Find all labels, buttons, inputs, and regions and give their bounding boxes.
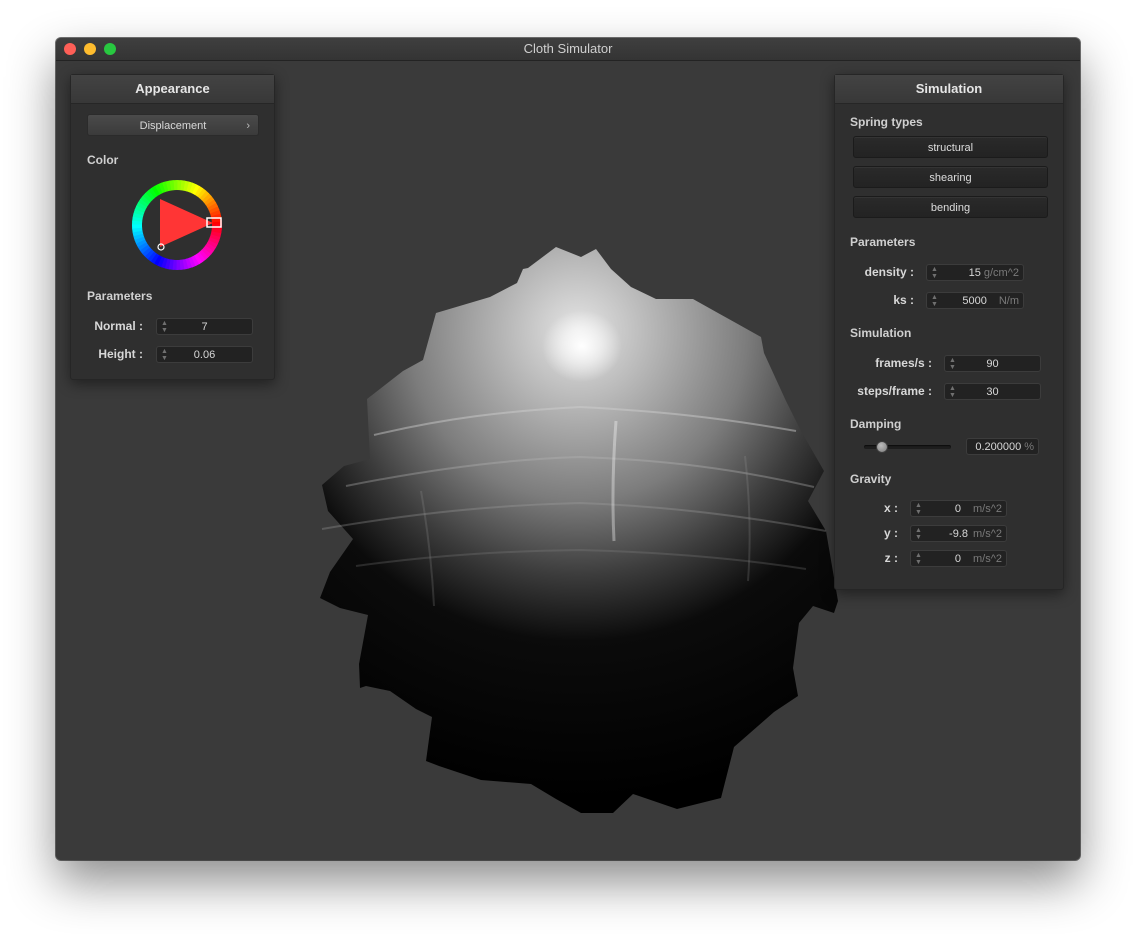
density-value-group: 15 g/cm^2 (969, 267, 1019, 279)
gravity-z-value-group: 0 m/s^2 (955, 553, 1002, 565)
gravity-y-unit: m/s^2 (973, 528, 1002, 540)
ks-value: 5000 (962, 295, 987, 307)
gravity-z-input[interactable]: ▲ ▼ 0 m/s^2 (910, 550, 1007, 567)
gravity-y-label: y : (883, 526, 898, 540)
chevron-right-icon: › (246, 120, 250, 132)
app-window: Cloth Simulator Appearance Displacement … (56, 38, 1080, 860)
simulation-section-label: Simulation (850, 326, 912, 340)
simulation-panel: Simulation Spring types structural shear… (834, 74, 1064, 590)
appearance-panel: Appearance Displacement › Color Paramete… (70, 74, 275, 380)
spring-types-label: Spring types (850, 115, 923, 129)
appearance-parameters-label: Parameters (87, 289, 153, 303)
gravity-z-unit: m/s^2 (973, 553, 1002, 565)
damping-label: Damping (850, 417, 902, 431)
spinner-arrows-icon[interactable]: ▲ ▼ (931, 294, 938, 308)
height-label: Height : (98, 347, 143, 361)
height-input[interactable]: ▲ ▼ 0.06 (156, 346, 253, 363)
steps-label: steps/frame : (857, 384, 932, 398)
gravity-label: Gravity (850, 472, 892, 486)
density-label: density : (864, 265, 914, 279)
spinner-arrows-icon[interactable]: ▲ ▼ (915, 527, 922, 541)
ks-value-group: 5000 N/m (962, 295, 1019, 307)
damping-input[interactable]: 0.200000% (966, 438, 1039, 455)
gravity-x-value: 0 (954, 503, 961, 515)
triangle-white-shade (160, 199, 213, 247)
specular-highlight (542, 310, 622, 382)
window-title: Cloth Simulator (523, 41, 613, 56)
bending-button[interactable]: bending (853, 196, 1048, 218)
frames-input[interactable]: ▲ ▼ 90 (944, 355, 1041, 372)
normal-label: Normal : (94, 319, 143, 333)
gravity-y-input[interactable]: ▲ ▼ -9.8 m/s^2 (910, 525, 1007, 542)
spinner-arrows-icon[interactable]: ▲ ▼ (915, 502, 922, 516)
shearing-button[interactable]: shearing (853, 166, 1048, 188)
color-section-label: Color (87, 153, 119, 167)
spinner-arrows-icon[interactable]: ▲ ▼ (915, 552, 922, 566)
gravity-z-value: 0 (954, 553, 961, 565)
gravity-x-unit: m/s^2 (973, 503, 1002, 515)
frames-value: 90 (986, 358, 999, 370)
appearance-panel-title: Appearance (71, 75, 274, 104)
density-unit: g/cm^2 (983, 267, 1019, 279)
shader-dropdown[interactable]: Displacement › (87, 114, 259, 136)
ks-label: ks : (893, 293, 914, 307)
density-value: 15 (968, 267, 981, 279)
normal-input[interactable]: ▲ ▼ 7 (156, 318, 253, 335)
ks-input[interactable]: ▲ ▼ 5000 N/m (926, 292, 1024, 309)
ks-unit: N/m (998, 295, 1019, 307)
spinner-arrows-icon[interactable]: ▲ ▼ (931, 266, 938, 280)
density-input[interactable]: ▲ ▼ 15 g/cm^2 (926, 264, 1024, 281)
maximize-button[interactable] (104, 43, 116, 55)
normal-value: 7 (201, 321, 208, 333)
shader-dropdown-value: Displacement (139, 120, 207, 132)
simulation-parameters-label: Parameters (850, 235, 916, 249)
title-bar[interactable]: Cloth Simulator (56, 38, 1080, 61)
damping-value-group: 0.200000% (975, 441, 1034, 453)
gravity-x-label: x : (883, 501, 898, 515)
simulation-panel-title: Simulation (835, 75, 1063, 104)
height-value: 0.06 (193, 349, 216, 361)
gravity-x-input[interactable]: ▲ ▼ 0 m/s^2 (910, 500, 1007, 517)
gravity-y-value-group: -9.8 m/s^2 (949, 528, 1002, 540)
color-wheel[interactable] (129, 177, 225, 273)
steps-value: 30 (986, 386, 999, 398)
close-button[interactable] (64, 43, 76, 55)
damping-unit: % (1024, 441, 1034, 453)
structural-button[interactable]: structural (853, 136, 1048, 158)
minimize-button[interactable] (84, 43, 96, 55)
gravity-y-value: -9.8 (949, 528, 968, 540)
damping-value: 0.200000 (975, 441, 1022, 453)
gravity-x-value-group: 0 m/s^2 (955, 503, 1002, 515)
gravity-z-label: z : (884, 551, 898, 565)
steps-input[interactable]: ▲ ▼ 30 (944, 383, 1041, 400)
frames-label: frames/s : (875, 356, 932, 370)
damping-slider-handle[interactable] (876, 441, 889, 453)
